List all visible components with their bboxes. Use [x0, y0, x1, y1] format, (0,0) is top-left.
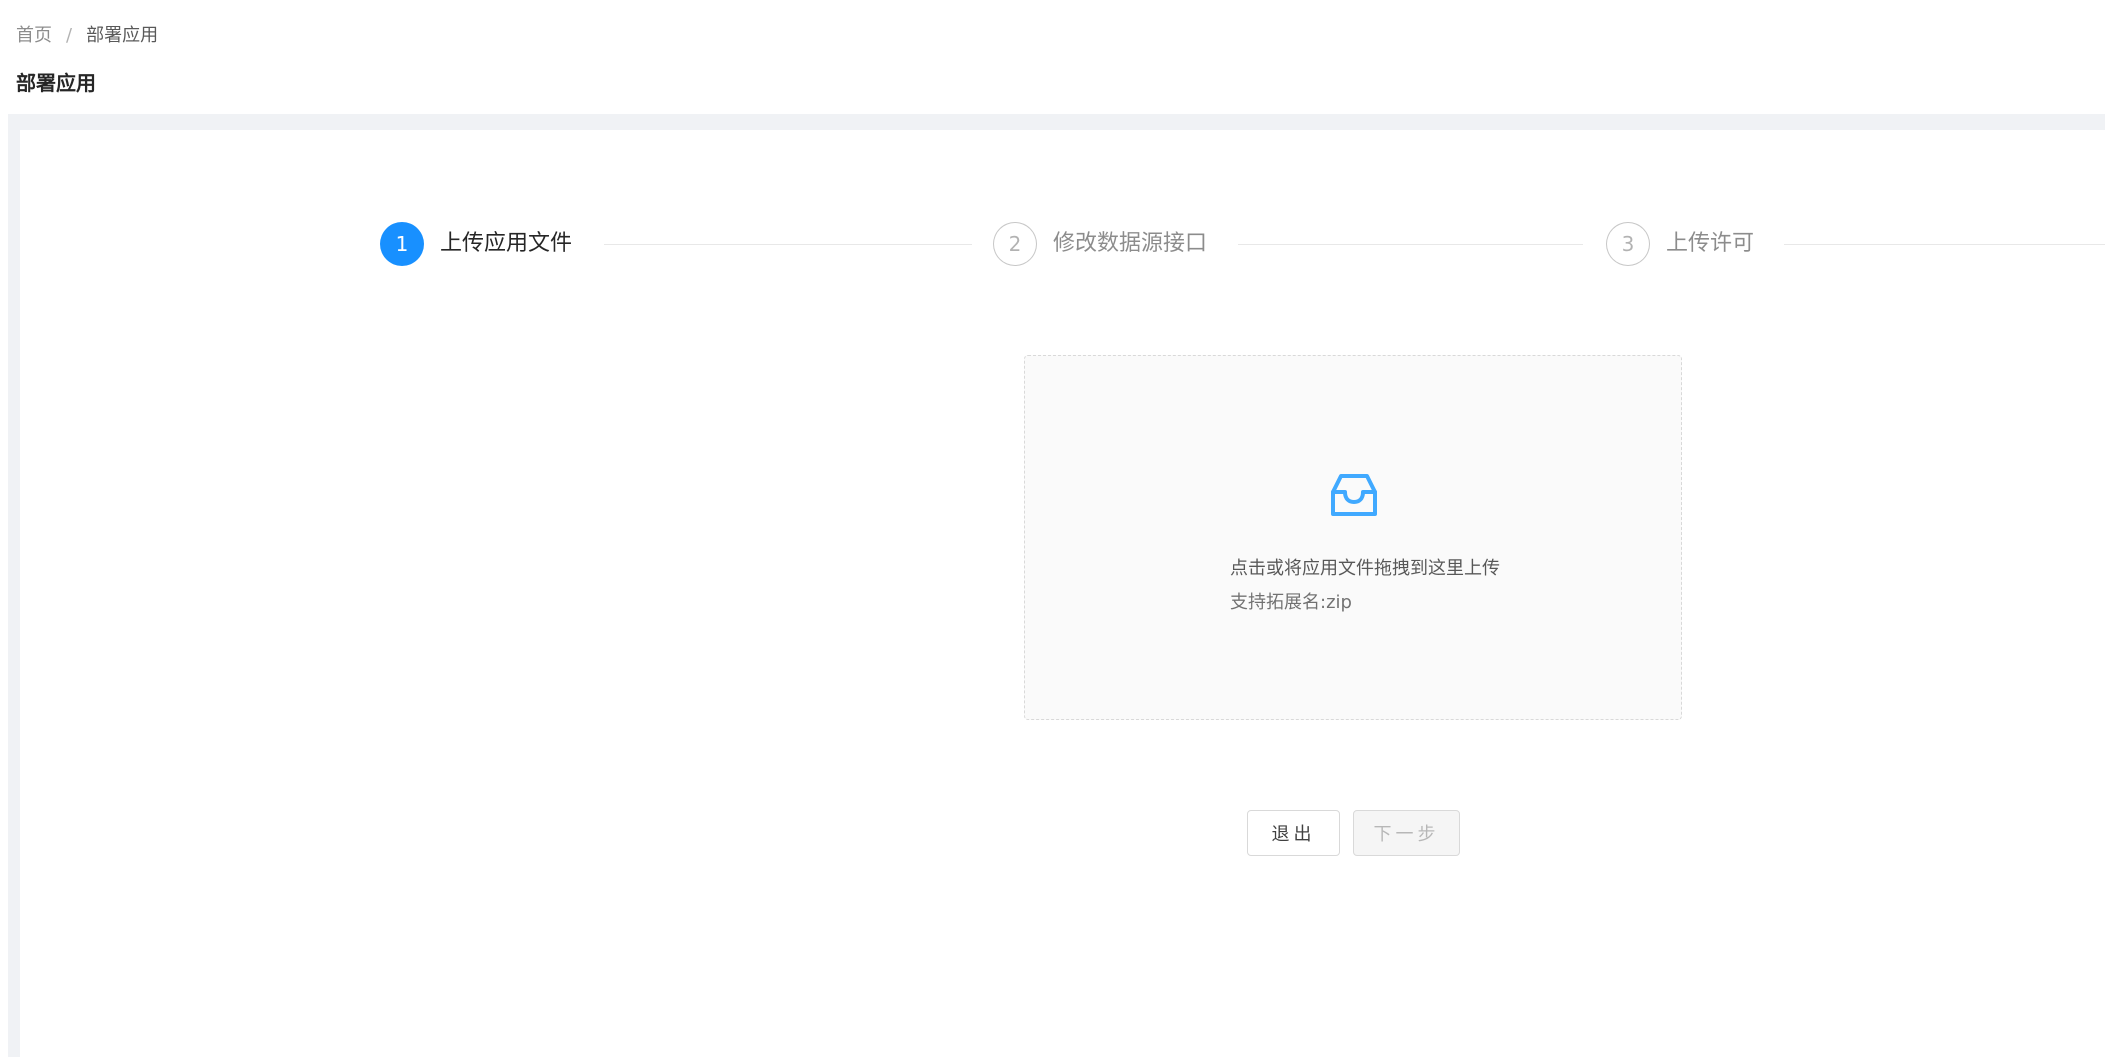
deploy-app-page: 首页 / 部署应用 部署应用 1 上传应用文件 2 修改数据源接口 3 上传许可… — [0, 0, 2105, 1057]
step-2-circle: 2 — [993, 222, 1037, 266]
step-2-tail — [1238, 244, 1583, 245]
step-3-title: 上传许可 — [1666, 231, 1755, 256]
breadcrumb: 首页 / 部署应用 — [16, 22, 158, 50]
step-1-number: 1 — [395, 232, 409, 256]
step-1-circle: 1 — [380, 222, 424, 266]
step-3-circle: 3 — [1606, 222, 1650, 266]
exit-button[interactable]: 退出 — [1247, 810, 1340, 856]
breadcrumb-current: 部署应用 — [86, 25, 159, 46]
step-3-tail — [1784, 244, 2105, 245]
inbox-icon — [1331, 474, 1377, 516]
breadcrumb-home-link[interactable]: 首页 — [16, 22, 52, 50]
upload-instruction-text: 点击或将应用文件拖拽到这里上传 — [1230, 558, 1500, 579]
step-3-number: 3 — [1621, 232, 1635, 256]
upload-hint-text: 支持拓展名:zip — [1230, 592, 1352, 613]
upload-dragger[interactable]: 点击或将应用文件拖拽到这里上传 支持拓展名:zip — [1024, 355, 1682, 720]
step-2-number: 2 — [1008, 232, 1022, 256]
page-title: 部署应用 — [16, 71, 96, 95]
next-step-button[interactable]: 下一步 — [1353, 810, 1460, 856]
step-2-title: 修改数据源接口 — [1053, 231, 1208, 256]
step-1-title: 上传应用文件 — [440, 231, 573, 256]
breadcrumb-separator: / — [66, 25, 73, 46]
step-1-tail — [604, 244, 972, 245]
